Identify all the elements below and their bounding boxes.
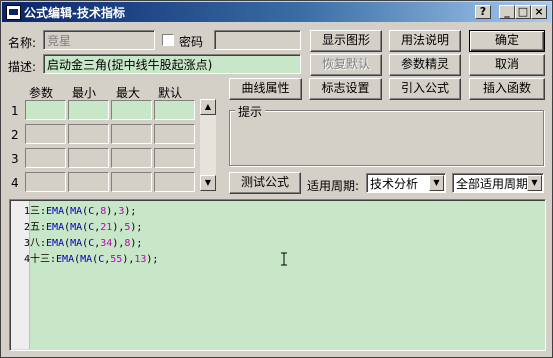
param-row-number: 1 bbox=[11, 104, 19, 118]
chevron-down-icon[interactable]: ▼ bbox=[527, 175, 542, 191]
param-cell[interactable] bbox=[68, 100, 109, 120]
code-line[interactable]: 三:EMA(MA(C,8),3); bbox=[30, 204, 136, 220]
category-select-value: 技术分析 bbox=[370, 177, 419, 191]
restore-default-button[interactable]: 恢复默认 bbox=[310, 54, 382, 76]
window-icon bbox=[6, 5, 21, 20]
code-line[interactable]: 五:EMA(MA(C,21),5); bbox=[30, 220, 142, 236]
close-button[interactable]: × bbox=[531, 5, 547, 19]
password-label: 密码 bbox=[179, 35, 204, 49]
param-row-number: 3 bbox=[11, 152, 19, 166]
formula-editor[interactable]: 1 三:EMA(MA(C,8),3); 2 五:EMA(MA(C,21),5);… bbox=[9, 199, 546, 351]
formula-editor-window: 公式编辑-技术指标 ? _ □ × 名称: 竞星 密码 描述: 启动金三角(捉中… bbox=[0, 0, 553, 358]
maximize-button[interactable]: □ bbox=[515, 5, 531, 19]
param-cell[interactable] bbox=[111, 172, 152, 192]
scroll-down-icon[interactable]: ▼ bbox=[200, 175, 216, 191]
line-number: 4 bbox=[23, 254, 30, 265]
hint-group bbox=[229, 110, 544, 166]
period-label: 适用周期: bbox=[307, 179, 360, 193]
line-number: 1 bbox=[23, 206, 30, 217]
param-cell[interactable] bbox=[68, 148, 109, 168]
param-cell[interactable] bbox=[25, 172, 66, 192]
param-cell[interactable] bbox=[111, 124, 152, 144]
period-select[interactable]: 全部适用周期 ▼ bbox=[452, 173, 544, 193]
param-cell[interactable] bbox=[111, 100, 152, 120]
marker-settings-button[interactable]: 标志设置 bbox=[309, 78, 382, 100]
period-select-value: 全部适用周期 bbox=[456, 177, 529, 191]
param-header-name: 参数 bbox=[29, 86, 54, 100]
param-wizard-button[interactable]: 参数精灵 bbox=[389, 54, 461, 76]
param-cell[interactable] bbox=[25, 124, 66, 144]
curve-props-button[interactable]: 曲线属性 bbox=[229, 78, 302, 100]
name-label: 名称: bbox=[8, 36, 37, 50]
title-bar[interactable]: 公式编辑-技术指标 ? _ □ × bbox=[2, 2, 551, 22]
line-number: 3 bbox=[23, 238, 30, 249]
ok-button[interactable]: 确定 bbox=[469, 30, 545, 52]
insert-function-button[interactable]: 插入函数 bbox=[469, 78, 545, 100]
show-graph-button[interactable]: 显示图形 bbox=[310, 30, 382, 52]
category-select[interactable]: 技术分析 ▼ bbox=[366, 173, 446, 193]
name-input[interactable]: 竞星 bbox=[43, 30, 155, 50]
param-header-min: 最小 bbox=[72, 86, 97, 100]
param-row-number: 2 bbox=[11, 128, 19, 142]
code-line[interactable]: 十三:EMA(MA(C,55),13); bbox=[30, 252, 158, 268]
param-cell[interactable] bbox=[154, 172, 195, 192]
hint-label: 提示 bbox=[235, 103, 266, 120]
window-title: 公式编辑-技术指标 bbox=[24, 6, 125, 20]
scroll-up-icon[interactable]: ▲ bbox=[200, 99, 216, 115]
param-cell[interactable] bbox=[25, 148, 66, 168]
cancel-button[interactable]: 取消 bbox=[469, 54, 545, 76]
param-cell[interactable] bbox=[154, 148, 195, 168]
code-line[interactable]: 八:EMA(MA(C,34),8); bbox=[30, 236, 142, 252]
help-button[interactable]: ? bbox=[475, 5, 491, 19]
param-cell[interactable] bbox=[68, 172, 109, 192]
minimize-button[interactable]: _ bbox=[499, 5, 515, 19]
param-cell[interactable] bbox=[25, 100, 66, 120]
param-cell[interactable] bbox=[154, 100, 195, 120]
param-row-number: 4 bbox=[11, 176, 19, 190]
param-header-default: 默认 bbox=[158, 86, 183, 100]
param-cell[interactable] bbox=[111, 148, 152, 168]
text-cursor-icon bbox=[281, 252, 287, 266]
usage-button[interactable]: 用法说明 bbox=[389, 30, 461, 52]
description-input[interactable]: 启动金三角(捉中线牛股起涨点) bbox=[43, 54, 301, 74]
param-header-max: 最大 bbox=[116, 86, 141, 100]
line-number: 2 bbox=[23, 222, 30, 233]
param-scrollbar[interactable]: ▲ ▼ bbox=[200, 99, 216, 191]
param-cell[interactable] bbox=[154, 124, 195, 144]
param-cell[interactable] bbox=[68, 124, 109, 144]
password-input[interactable] bbox=[214, 30, 301, 50]
test-formula-button[interactable]: 测试公式 bbox=[229, 172, 301, 194]
chevron-down-icon[interactable]: ▼ bbox=[429, 175, 444, 191]
import-formula-button[interactable]: 引入公式 bbox=[389, 78, 461, 100]
password-checkbox[interactable] bbox=[162, 34, 174, 46]
desc-label: 描述: bbox=[8, 60, 37, 74]
